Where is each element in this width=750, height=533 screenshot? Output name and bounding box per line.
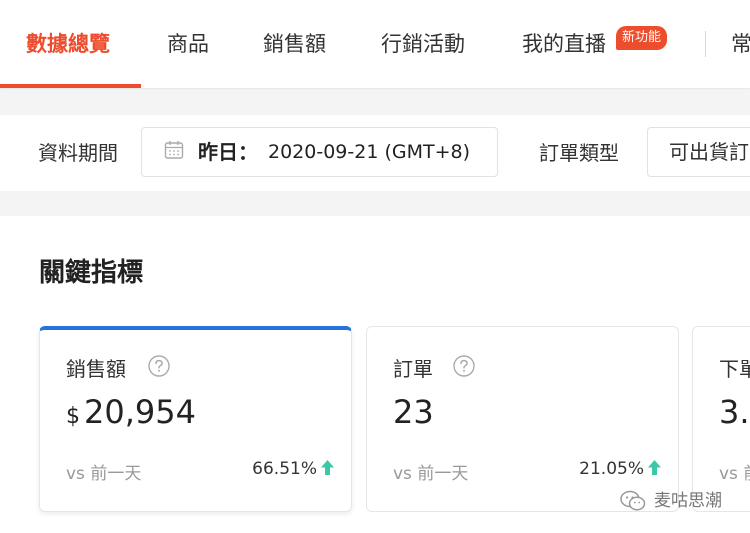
tab-products[interactable]: 商品 bbox=[167, 0, 209, 88]
section-title: 關鍵指標 bbox=[39, 258, 144, 288]
metric-title: 下單 bbox=[719, 357, 750, 381]
order-type-value: 可出貨訂 bbox=[669, 140, 749, 164]
active-tab-indicator bbox=[0, 84, 141, 88]
tab-marketing[interactable]: 行銷活動 bbox=[381, 0, 465, 88]
metric-value: 3. bbox=[719, 393, 750, 431]
tab-my-live[interactable]: 我的直播 bbox=[522, 0, 606, 88]
key-metrics-panel: 關鍵指標 銷售額 $20,954 vs 前一天 66.51% 訂單 23 vs … bbox=[0, 216, 750, 533]
tab-more[interactable]: 常 bbox=[731, 0, 750, 88]
compare-label: vs 前一天 bbox=[393, 464, 469, 484]
filter-bar: 資料期間 昨日： 2020-09-21 (GMT+8) 訂單類型 可出貨訂 bbox=[0, 115, 750, 191]
period-value: 2020-09-21 (GMT+8) bbox=[268, 141, 471, 163]
help-icon[interactable] bbox=[148, 355, 170, 377]
metric-title: 銷售額 bbox=[66, 357, 126, 381]
metric-change: 66.51% bbox=[252, 459, 335, 479]
metric-card-orders[interactable]: 訂單 23 vs 前一天 21.05% bbox=[366, 326, 679, 512]
metric-change: 21.05% bbox=[579, 459, 662, 479]
order-type-label: 訂單類型 bbox=[539, 141, 619, 165]
wechat-icon bbox=[620, 490, 646, 511]
metric-number: 20,954 bbox=[84, 393, 196, 431]
help-icon[interactable] bbox=[453, 355, 475, 377]
calendar-icon bbox=[164, 141, 184, 159]
change-value: 66.51% bbox=[252, 459, 317, 479]
period-prefix: 昨日： bbox=[198, 140, 258, 164]
up-arrow-icon bbox=[648, 460, 661, 475]
nav-divider bbox=[705, 31, 706, 57]
date-picker[interactable]: 昨日： 2020-09-21 (GMT+8) bbox=[141, 127, 498, 177]
new-feature-badge: 新功能 bbox=[616, 26, 668, 50]
watermark-text: 麦咕思潮 bbox=[654, 491, 722, 511]
tab-sales[interactable]: 銷售額 bbox=[263, 0, 326, 88]
compare-label: vs 前一天 bbox=[66, 464, 142, 484]
metric-title: 訂單 bbox=[393, 357, 433, 381]
up-arrow-icon bbox=[321, 460, 334, 475]
change-value: 21.05% bbox=[579, 459, 644, 479]
currency-symbol: $ bbox=[66, 404, 80, 429]
metric-card-partial[interactable]: 下單 3. vs 前 bbox=[692, 326, 750, 512]
period-label: 資料期間 bbox=[38, 141, 118, 165]
metric-card-sales[interactable]: 銷售額 $20,954 vs 前一天 66.51% bbox=[39, 326, 352, 512]
top-nav: 數據總覽 商品 銷售額 行銷活動 我的直播 新功能 常 bbox=[0, 0, 750, 88]
tab-data-overview[interactable]: 數據總覽 bbox=[26, 0, 110, 88]
order-type-select[interactable]: 可出貨訂 bbox=[647, 127, 750, 177]
compare-label: vs 前 bbox=[719, 464, 750, 484]
metric-value: 23 bbox=[393, 393, 434, 431]
metric-value: $20,954 bbox=[66, 393, 196, 431]
